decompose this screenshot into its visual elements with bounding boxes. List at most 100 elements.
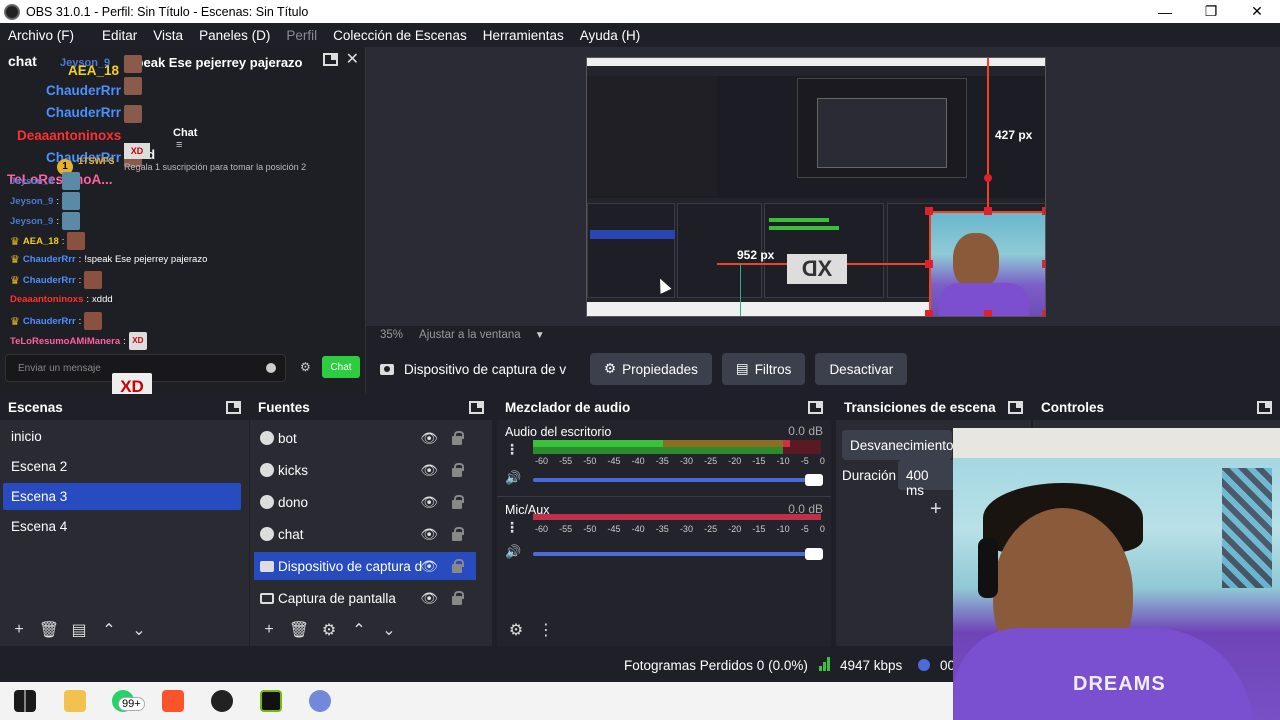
pinned-user: Deaaantoninoxs	[17, 128, 122, 143]
source-item[interactable]: bot 👁	[254, 424, 476, 452]
chevron-down-icon[interactable]: ▼	[535, 330, 545, 341]
notification-badge: 99+	[118, 697, 145, 711]
gear-icon[interactable]: ⚙	[318, 619, 340, 641]
chevron-down-icon[interactable]: ⌄	[378, 619, 400, 641]
eye-icon[interactable]: 👁	[420, 526, 438, 543]
volume-knob[interactable]	[805, 474, 823, 486]
duration-input[interactable]: 400 ms	[898, 460, 958, 498]
float-dock-icon[interactable]	[322, 53, 338, 66]
source-item[interactable]: kicks 👁	[254, 456, 476, 484]
chevron-collapse-icon[interactable]: ≡	[176, 139, 182, 151]
minimize-button[interactable]: —	[1142, 0, 1188, 23]
menu-herramientas[interactable]: Herramientas	[475, 28, 572, 43]
filters-button[interactable]: ▤ Filtros	[721, 353, 806, 385]
menu-archivo[interactable]: Archivo (F)	[0, 28, 82, 43]
scene-item[interactable]: Escena 2	[3, 453, 241, 480]
chevron-up-icon[interactable]: ⌃	[348, 619, 370, 641]
mixer-divider	[497, 496, 831, 497]
height-label: 427 px	[995, 128, 1033, 142]
meter-scale: -60 -55 -50 -45 -40 -35 -30 -25 -20 -15 -10 -5 0	[535, 524, 825, 534]
lock-icon[interactable]	[452, 591, 464, 605]
chat-tab-label[interactable]: Chat	[173, 127, 197, 139]
mixer-title: Mezclador de audio	[505, 399, 631, 415]
chat-line: Jeyson_9:	[10, 212, 80, 230]
float-dock-icon[interactable]	[469, 401, 484, 414]
eye-icon[interactable]: 👁	[420, 558, 438, 575]
lock-icon[interactable]	[452, 495, 464, 509]
resize-handle[interactable]	[925, 310, 933, 316]
resize-handle[interactable]	[1042, 310, 1045, 316]
speaker-icon[interactable]: 🔊	[505, 544, 521, 560]
source-item[interactable]: Captura de pantalla 👁	[254, 584, 476, 612]
add-transition-icon[interactable]: +	[930, 498, 942, 521]
resize-handle[interactable]	[984, 310, 992, 316]
volume-slider[interactable]	[533, 474, 823, 486]
volume-slider[interactable]	[533, 548, 823, 560]
close-button[interactable]: ✕	[1234, 0, 1280, 23]
float-dock-icon[interactable]	[226, 401, 241, 414]
menu-perfil[interactable]: Perfil	[278, 28, 325, 43]
chevron-up-icon[interactable]: ⌃	[98, 619, 120, 641]
resize-handle[interactable]	[925, 207, 933, 215]
scene-item[interactable]: Escena 4	[3, 513, 241, 540]
menu-editar[interactable]: Editar	[94, 28, 145, 43]
emoji-icon[interactable]	[266, 363, 276, 373]
volume-knob[interactable]	[805, 548, 823, 560]
deactivate-button[interactable]: Desactivar	[815, 353, 908, 385]
webcam-source[interactable]	[929, 211, 1045, 316]
gear-icon[interactable]: ⚙	[505, 619, 527, 641]
kebab-menu-icon[interactable]: ⋮	[505, 441, 519, 458]
menu-coleccion-escenas[interactable]: Colección de Escenas	[325, 28, 475, 43]
preview-canvas[interactable]: 427 px 952 px XD	[586, 57, 1046, 317]
speaker-icon[interactable]: 🔊	[505, 470, 521, 486]
kebab-menu-icon[interactable]: ⋮	[505, 519, 519, 536]
trash-icon[interactable]: 🗑	[38, 619, 60, 641]
menu-ayuda[interactable]: Ayuda (H)	[572, 28, 649, 43]
add-icon[interactable]: +	[258, 619, 280, 641]
brave-icon[interactable]	[162, 690, 184, 712]
lock-icon[interactable]	[452, 559, 464, 573]
rotate-handle[interactable]	[984, 174, 992, 182]
resize-handle[interactable]	[925, 260, 933, 268]
scene-item[interactable]: inicio	[3, 423, 241, 450]
fit-to-window-select[interactable]: Ajustar a la ventana	[419, 329, 521, 341]
lock-icon[interactable]	[452, 527, 464, 541]
menu-paneles[interactable]: Paneles (D)	[191, 28, 278, 43]
window-title: OBS 31.0.1 - Perfil: Sin Título - Escena…	[26, 4, 309, 19]
lock-icon[interactable]	[452, 463, 464, 477]
source-item[interactable]: chat 👁	[254, 520, 476, 548]
file-explorer-icon[interactable]	[64, 690, 86, 712]
source-item-selected[interactable]: Dispositivo de captura d 👁	[254, 552, 476, 580]
float-dock-icon[interactable]	[1008, 401, 1023, 414]
resize-handle[interactable]	[1042, 260, 1045, 268]
close-dock-icon[interactable]: ✕	[346, 52, 359, 68]
eye-icon[interactable]: 👁	[420, 494, 438, 511]
maximize-button[interactable]: ❐	[1188, 0, 1234, 23]
resize-handle[interactable]	[1042, 207, 1045, 215]
chevron-down-icon[interactable]: ⌄	[128, 619, 150, 641]
trash-icon[interactable]: 🗑	[288, 619, 310, 641]
properties-button[interactable]: ⚙ Propiedades	[590, 353, 712, 385]
add-icon[interactable]: +	[8, 619, 30, 641]
obs-logo-icon	[4, 3, 20, 20]
float-dock-icon[interactable]	[808, 401, 823, 414]
eye-icon[interactable]: 👁	[420, 590, 438, 607]
scene-item-selected[interactable]: Escena 3	[3, 483, 241, 510]
transition-select[interactable]: Desvanecimiento	[842, 430, 954, 460]
float-dock-icon[interactable]	[1257, 401, 1272, 414]
windows-start-icon[interactable]	[14, 690, 36, 712]
eye-icon[interactable]: 👁	[420, 462, 438, 479]
menu-vista[interactable]: Vista	[145, 28, 191, 43]
gear-icon[interactable]: ⚙	[300, 360, 311, 374]
kebab-menu-icon[interactable]: ⋮	[535, 619, 557, 641]
eye-icon[interactable]: 👁	[420, 430, 438, 447]
nvidia-icon[interactable]	[260, 690, 282, 712]
filter-icon[interactable]: ▤	[68, 619, 90, 641]
lock-icon[interactable]	[452, 431, 464, 445]
scenes-dock-header: Escenas	[0, 394, 249, 420]
resize-handle[interactable]	[984, 207, 992, 215]
discord-icon[interactable]	[309, 690, 331, 712]
obs-icon[interactable]	[211, 690, 233, 712]
chat-send-button[interactable]: Chat	[322, 356, 360, 378]
source-item[interactable]: dono 👁	[254, 488, 476, 516]
